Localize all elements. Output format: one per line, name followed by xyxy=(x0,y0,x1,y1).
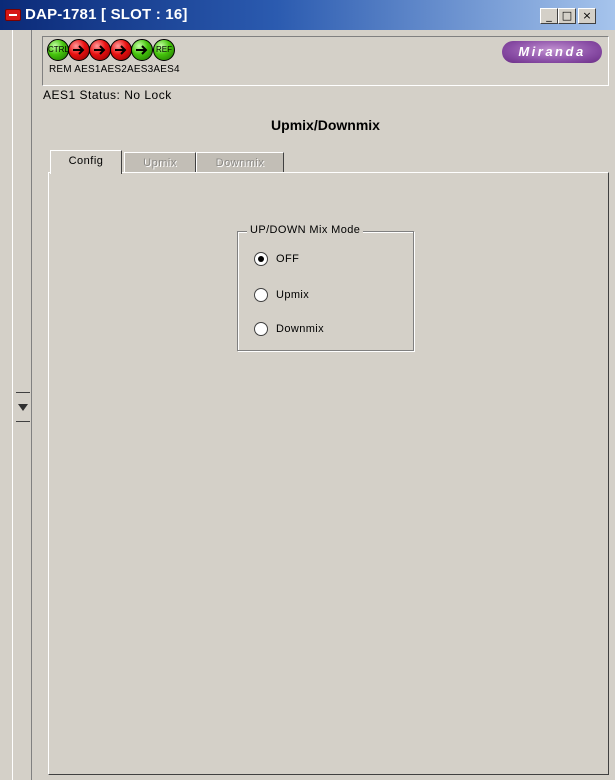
radio-checked-icon[interactable] xyxy=(254,252,268,266)
aes4-indicator[interactable] xyxy=(131,39,153,61)
arrow-right-icon xyxy=(94,45,106,55)
ref-indicator[interactable]: REF xyxy=(153,39,175,61)
mix-mode-group: UP/DOWN Mix Mode OFF Upmix Downmix xyxy=(237,224,414,351)
aes1-indicator[interactable] xyxy=(68,39,90,61)
window-titlebar[interactable]: DAP-1781 [ SLOT : 16] _ □ × xyxy=(0,0,615,30)
ctrl-indicator[interactable]: CTRL xyxy=(47,39,69,61)
arrow-right-icon xyxy=(115,45,127,55)
tab-upmix[interactable]: Upmix xyxy=(124,152,196,172)
app-icon[interactable] xyxy=(5,9,21,21)
config-panel: UP/DOWN Mix Mode OFF Upmix Downmix xyxy=(48,172,609,775)
radio-downmix-label: Downmix xyxy=(276,323,325,335)
status-message: AES1 Status: No Lock xyxy=(43,88,172,102)
main-content: CTRL REF REM AES1AES2AES3AES4 Miranda AE… xyxy=(36,30,615,780)
miranda-logo: Miranda xyxy=(502,41,602,63)
page-title: Upmix/Downmix xyxy=(271,117,380,133)
minimize-button[interactable]: _ xyxy=(540,8,558,24)
mix-mode-legend: UP/DOWN Mix Mode xyxy=(247,224,364,236)
radio-unchecked-icon[interactable] xyxy=(254,322,268,336)
tab-downmix[interactable]: Downmix xyxy=(196,152,284,172)
maximize-button[interactable]: □ xyxy=(558,8,576,24)
aes2-indicator[interactable] xyxy=(89,39,111,61)
radio-off-label: OFF xyxy=(276,253,300,265)
close-button[interactable]: × xyxy=(578,8,596,24)
chevron-down-icon xyxy=(18,404,28,411)
tab-config[interactable]: Config xyxy=(50,150,122,174)
radio-upmix-label: Upmix xyxy=(276,289,310,301)
status-panel: CTRL REF REM AES1AES2AES3AES4 Miranda xyxy=(42,36,609,86)
radio-unchecked-icon[interactable] xyxy=(254,288,268,302)
collapse-toggle[interactable] xyxy=(16,392,30,422)
window-title: DAP-1781 [ SLOT : 16] xyxy=(25,6,188,23)
aes3-indicator[interactable] xyxy=(110,39,132,61)
arrow-right-icon xyxy=(136,45,148,55)
indicator-labels: REM AES1AES2AES3AES4 xyxy=(49,64,180,75)
arrow-right-icon xyxy=(73,45,85,55)
